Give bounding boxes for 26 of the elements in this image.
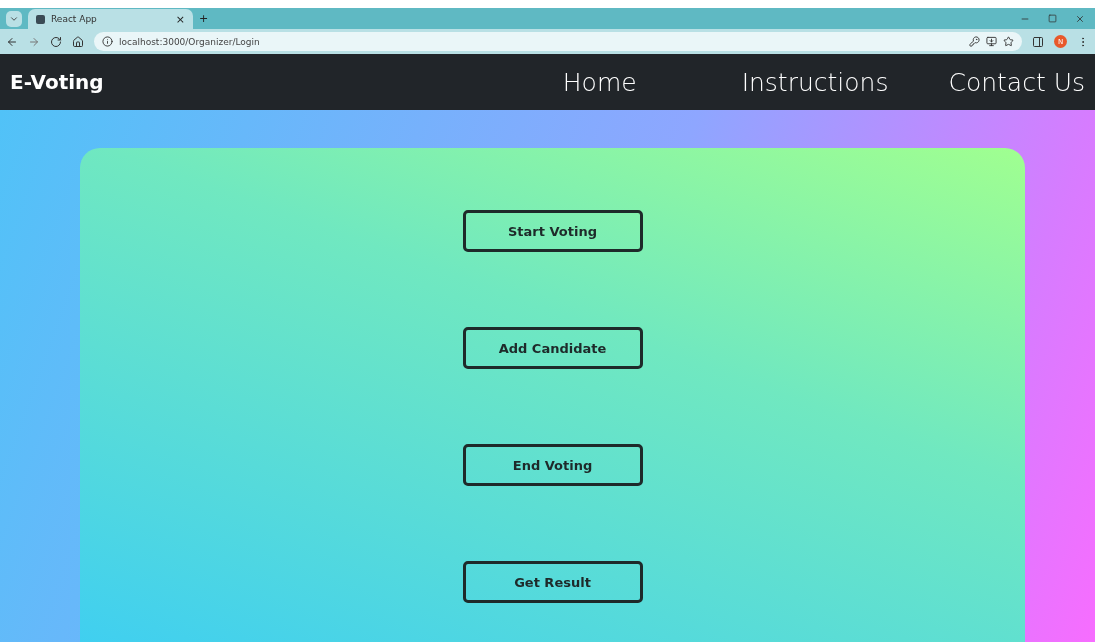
back-icon[interactable] (6, 35, 18, 48)
tab-title: React App (51, 14, 98, 24)
home-icon[interactable] (72, 35, 84, 48)
info-icon[interactable] (102, 36, 113, 47)
bookmark-star-icon[interactable] (1003, 36, 1014, 47)
action-button[interactable]: End Voting (462, 444, 643, 486)
address-bar[interactable]: localhost:3000/Organizer/Login (94, 32, 1022, 51)
nav-link[interactable]: Contact Us (948, 67, 1085, 97)
action-button[interactable]: Get Result (462, 561, 643, 603)
url-text: localhost:3000/Organizer/Login (119, 36, 261, 47)
restore-icon[interactable] (1048, 13, 1057, 23)
action-button[interactable]: Add Candidate (462, 327, 643, 369)
brand-title: E-Voting (10, 70, 104, 94)
nav-link[interactable]: Instructions (741, 67, 889, 97)
tab-close-button[interactable]: × (175, 12, 185, 26)
close-icon[interactable] (1075, 13, 1085, 24)
nav-link[interactable]: Home (562, 67, 637, 97)
install-icon[interactable] (986, 36, 997, 47)
side-panel-icon[interactable] (1032, 35, 1044, 48)
browser-tab[interactable]: React App × (28, 9, 193, 29)
favicon-icon (36, 14, 45, 24)
reload-icon[interactable] (50, 35, 62, 48)
key-icon[interactable] (969, 36, 980, 47)
new-tab-button[interactable]: + (199, 12, 209, 25)
chevron-down-icon (9, 14, 19, 24)
action-button[interactable]: Start Voting (462, 210, 643, 252)
